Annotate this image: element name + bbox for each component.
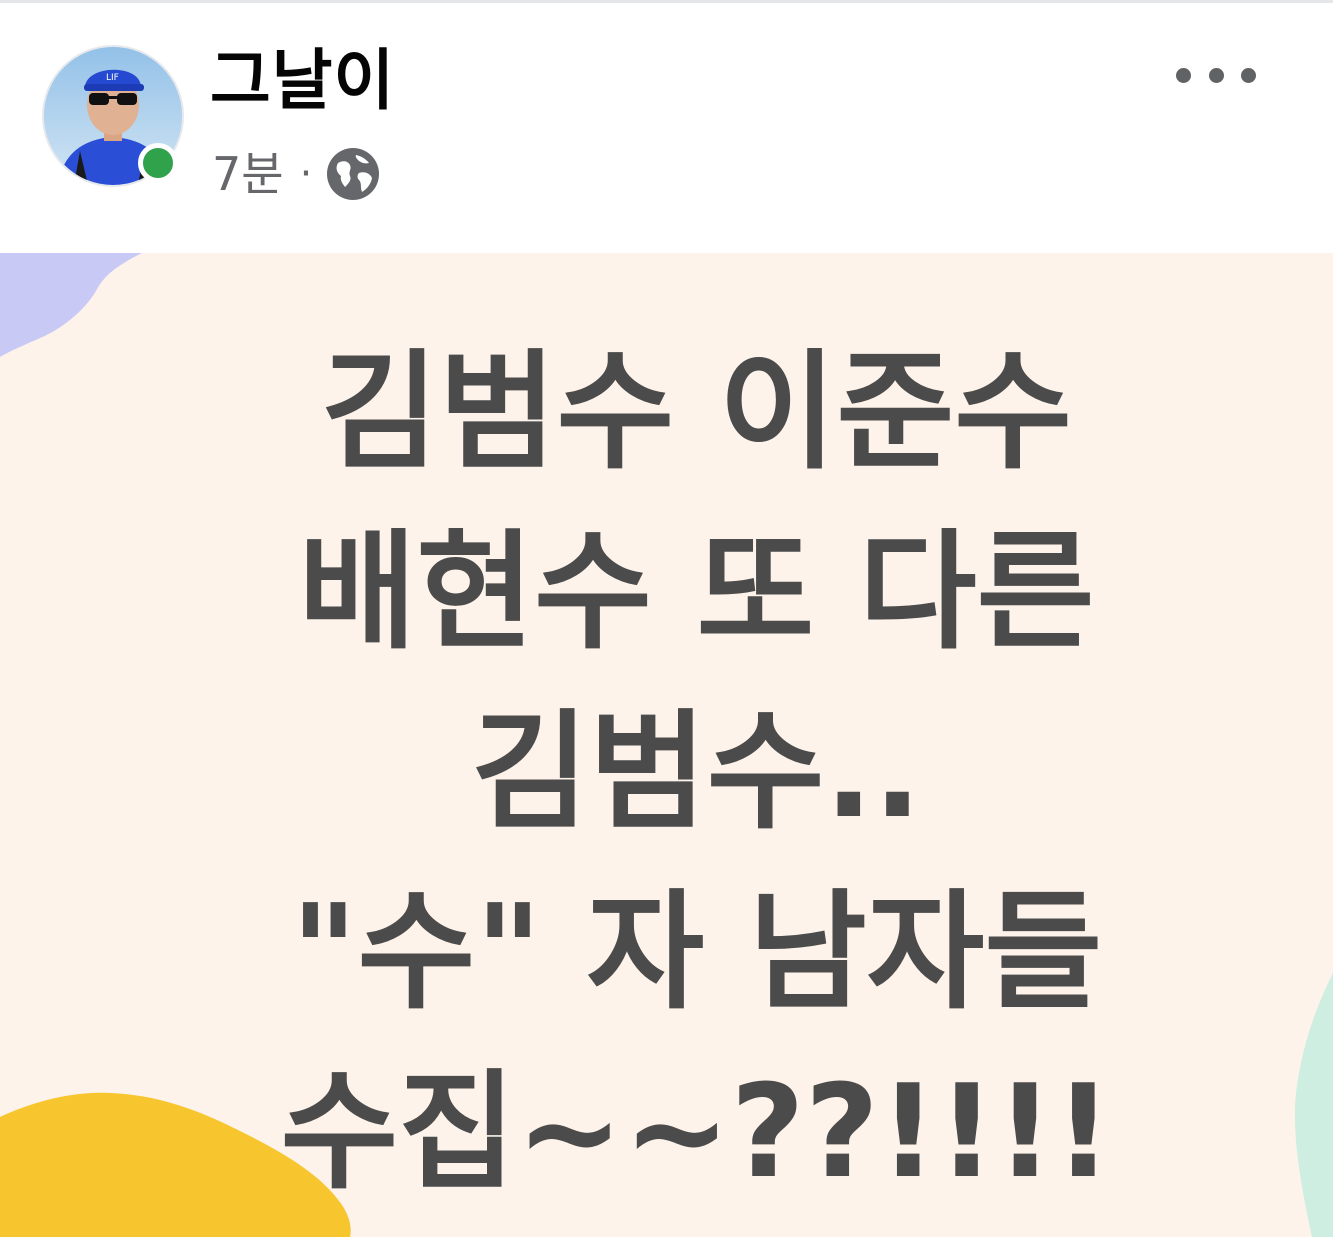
author-name[interactable]: 그날이 <box>210 41 395 121</box>
more-horizontal-icon <box>1241 67 1256 83</box>
more-horizontal-icon <box>1208 67 1224 83</box>
post-text-line: 김범수.. <box>471 698 922 847</box>
post-timestamp[interactable]: 7분 <box>212 143 284 205</box>
svg-text:LIF: LIF <box>106 73 119 83</box>
more-horizontal-icon <box>1176 67 1191 83</box>
meta-separator: · <box>299 151 313 197</box>
post-header: LIF 그날이 7분 · <box>0 3 1333 253</box>
post-text: 김범수 이준수 배현수 또 다른 김범수.. "수" 자 남자들 수집~~??!… <box>0 323 1333 1223</box>
facebook-post: LIF 그날이 7분 · 김범수 이준수 배현수 또 다른 김범수.. "수" … <box>0 0 1333 1237</box>
more-options-button[interactable] <box>1176 55 1256 95</box>
post-text-line: 배현수 또 다른 <box>298 518 1095 667</box>
post-text-line: 김범수 이준수 <box>320 338 1073 487</box>
background-post: 김범수 이준수 배현수 또 다른 김범수.. "수" 자 남자들 수집~~??!… <box>0 253 1333 1237</box>
post-meta: 7분 · <box>212 143 380 205</box>
globe-icon[interactable] <box>326 147 380 201</box>
online-status-indicator <box>138 143 178 183</box>
post-text-line: "수" 자 남자들 <box>290 878 1103 1027</box>
post-text-line: 수집~~??!!!! <box>280 1058 1113 1207</box>
